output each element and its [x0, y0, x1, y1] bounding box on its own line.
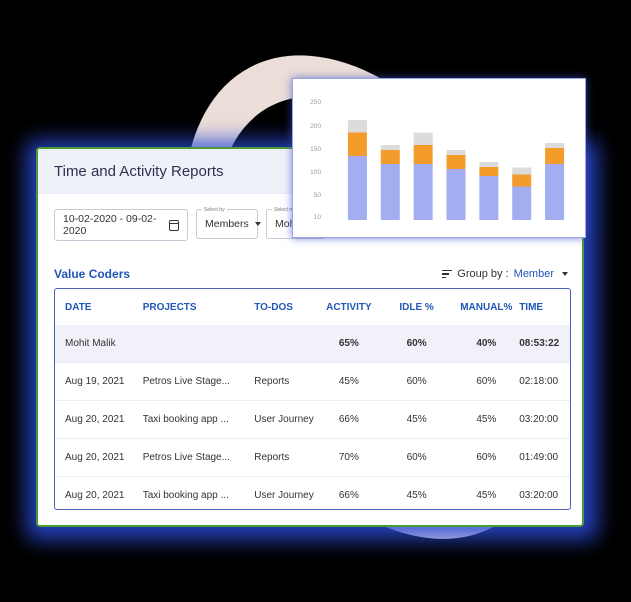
sort-icon: [442, 270, 453, 278]
summary-row[interactable]: Mohit Malik 65% 60% 40% 08:53:22: [55, 325, 570, 362]
row-date: Aug 20, 2021: [65, 452, 125, 463]
bar-segment: [479, 167, 499, 176]
bar-segment: [512, 174, 532, 187]
group-by-value: Member: [513, 268, 554, 280]
summary-time: 08:53:22: [519, 338, 560, 349]
row-activity: 45%: [338, 376, 359, 387]
group-by-control[interactable]: Group by : Member: [442, 268, 568, 280]
row-manual: 60%: [476, 376, 497, 387]
page-title: Time and Activity Reports: [54, 162, 224, 180]
row-date: Aug 20, 2021: [65, 414, 125, 425]
row-manual: 45%: [476, 414, 497, 425]
column-header-time[interactable]: TIME: [519, 302, 570, 313]
row-idle: 60%: [406, 376, 427, 387]
member-name: Mohit Malik: [65, 338, 116, 349]
row-time: 03:20:00: [519, 490, 559, 501]
chevron-down-icon: [562, 272, 568, 276]
bar-segment: [512, 167, 532, 175]
row-date: Aug 19, 2021: [65, 376, 125, 387]
bar-segment: [446, 150, 466, 155]
group-by-label: Group by :: [457, 268, 509, 280]
row-activity: 70%: [338, 452, 359, 463]
row-time: 02:18:00: [519, 376, 559, 387]
calendar-icon: [169, 219, 179, 231]
column-header-todos[interactable]: TO-DOS: [254, 302, 318, 313]
activity-chart: 10 50 100 150 200 250: [310, 99, 565, 221]
bar-segment: [380, 164, 400, 220]
select-by-dropdown[interactable]: Select by Members: [196, 207, 261, 239]
table-row[interactable]: Aug 19, 2021 Petros Live Stage... Report…: [55, 362, 570, 400]
row-todo: Reports: [254, 376, 290, 387]
row-todo: User Journey: [254, 490, 314, 501]
column-header-manual[interactable]: MANUAL%: [453, 302, 519, 313]
row-manual: 45%: [476, 490, 497, 501]
bar-segment: [347, 132, 367, 156]
section-title: Value Coders: [54, 267, 131, 281]
row-activity: 66%: [338, 490, 359, 501]
bar-segment: [380, 145, 400, 150]
bar-segment: [413, 164, 433, 220]
column-header-activity[interactable]: ACTIVITY: [318, 302, 380, 313]
bar-segment: [413, 132, 433, 145]
y-tick-label: 200: [310, 123, 321, 130]
bar-segment: [545, 164, 565, 220]
summary-manual: 40%: [476, 338, 497, 349]
table-row[interactable]: Aug 20, 2021 Taxi booking app ... User J…: [55, 400, 570, 438]
bar-segment: [446, 155, 466, 169]
date-range-picker[interactable]: 10-02-2020 - 09-02-2020: [54, 209, 188, 241]
y-tick-label: 10: [314, 214, 322, 221]
summary-activity: 65%: [338, 338, 359, 349]
column-header-date[interactable]: DATE: [55, 302, 143, 313]
row-todo: User Journey: [254, 414, 314, 425]
bar-segment: [479, 176, 499, 220]
bar-segment: [347, 120, 367, 133]
chevron-down-icon: [254, 222, 261, 226]
summary-idle: 60%: [406, 338, 427, 349]
bar-segment: [545, 143, 565, 148]
bar-segment: [479, 162, 499, 167]
row-activity: 66%: [338, 414, 359, 425]
y-tick-label: 250: [310, 99, 321, 106]
row-project: Taxi booking app ...: [142, 490, 229, 501]
table-row[interactable]: Aug 20, 2021 Taxi booking app ... User J…: [55, 476, 570, 509]
y-tick-label: 100: [310, 169, 321, 176]
row-project: Petros Live Stage...: [142, 376, 230, 387]
row-project: Taxi booking app ...: [142, 414, 229, 425]
bar-segment: [446, 169, 466, 220]
row-time: 01:49:00: [519, 452, 559, 463]
column-header-projects[interactable]: PROJECTS: [143, 302, 255, 313]
activity-chart-card: 10 50 100 150 200 250: [292, 78, 586, 238]
report-table: DATE PROJECTS TO-DOS ACTIVITY IDLE % MAN…: [54, 288, 571, 510]
bar-segment: [347, 156, 367, 220]
table-header: DATE PROJECTS TO-DOS ACTIVITY IDLE % MAN…: [55, 289, 570, 325]
column-header-idle[interactable]: IDLE %: [380, 302, 454, 313]
bar-segment: [380, 150, 400, 164]
date-range-value: 10-02-2020 - 09-02-2020: [63, 213, 157, 237]
select-by-label: Select by: [202, 207, 227, 213]
row-idle: 45%: [406, 490, 427, 501]
bar-segment: [413, 145, 433, 164]
table-row[interactable]: Aug 20, 2021 Petros Live Stage... Report…: [55, 438, 570, 476]
filter-bar: 10-02-2020 - 09-02-2020 Select by Member…: [54, 207, 326, 241]
row-idle: 60%: [406, 452, 427, 463]
bar-segment: [545, 148, 565, 164]
y-tick-label: 150: [310, 146, 321, 153]
y-tick-label: 50: [314, 192, 322, 199]
row-todo: Reports: [254, 452, 290, 463]
row-manual: 60%: [476, 452, 497, 463]
section-row: Value Coders Group by : Member: [54, 267, 568, 281]
select-by-value: Members: [205, 218, 249, 230]
row-date: Aug 20, 2021: [65, 490, 125, 501]
row-idle: 45%: [406, 414, 427, 425]
bar-segment: [512, 186, 532, 220]
row-time: 03:20:00: [519, 414, 559, 425]
row-project: Petros Live Stage...: [142, 452, 230, 463]
